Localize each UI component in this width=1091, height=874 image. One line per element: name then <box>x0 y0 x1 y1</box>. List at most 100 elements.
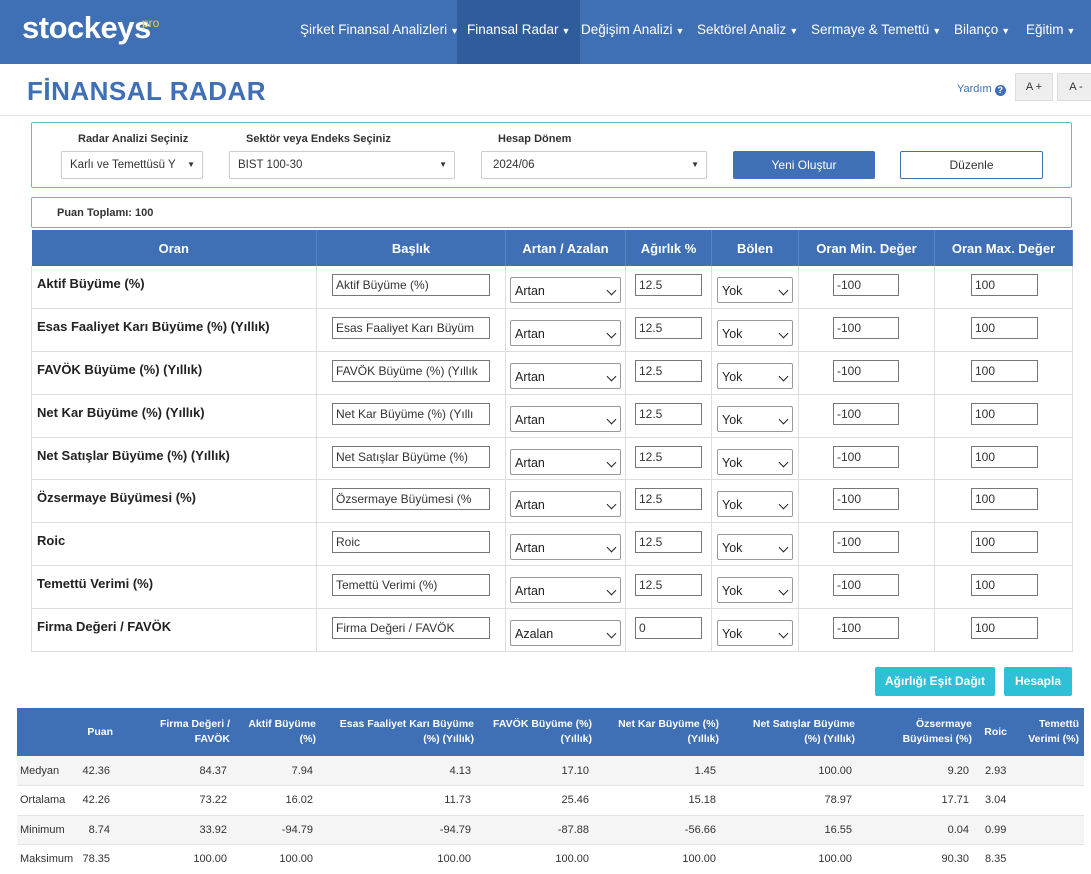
direction-select[interactable]: Artan <box>510 405 621 432</box>
title-input[interactable]: Temettü Verimi (%) <box>332 574 490 597</box>
nav-sektorel-analiz[interactable]: Sektörel Analiz ▼ <box>697 0 798 64</box>
nav-egitim[interactable]: Eğitim ▼ <box>1026 0 1075 64</box>
min-value-input[interactable]: -100 <box>833 445 899 468</box>
direction-select[interactable]: Artan <box>510 320 621 347</box>
min-value-input[interactable]: -100 <box>833 488 899 511</box>
weight-input[interactable]: 12.5 <box>635 445 702 468</box>
caret-down-icon: ▼ <box>439 160 447 169</box>
divisor-cell: Yok <box>711 522 799 567</box>
nav-sermaye-temettu[interactable]: Sermaye & Temettü ▼ <box>811 0 941 64</box>
font-decrease-button[interactable]: A - <box>1057 73 1091 101</box>
divisor-cell: Yok <box>711 351 799 395</box>
direction-select[interactable]: Artan <box>510 491 621 518</box>
max-value-input[interactable]: 100 <box>971 360 1038 383</box>
weight-input[interactable]: 12.5 <box>635 360 702 383</box>
chevron-down-icon <box>606 371 617 382</box>
ratio-name-cell: Aktif Büyüme (%) <box>31 266 317 310</box>
divisor-select[interactable]: Yok <box>717 577 793 604</box>
direction-select[interactable]: Artan <box>510 577 621 604</box>
max-value-input[interactable]: 100 <box>971 274 1038 296</box>
weight-input[interactable]: 12.5 <box>635 531 702 554</box>
chevron-down-icon <box>778 414 789 425</box>
max-value-input[interactable]: 100 <box>971 402 1038 425</box>
help-link[interactable]: Yardım ? <box>957 83 1006 96</box>
weight-input[interactable]: 12.5 <box>635 402 702 425</box>
title-input[interactable]: Firma Değeri / FAVÖK <box>332 616 490 639</box>
max-value-input[interactable]: 100 <box>971 445 1038 468</box>
min-cell: -100 <box>798 608 935 652</box>
min-value-input[interactable]: -100 <box>833 616 899 639</box>
max-value-input[interactable]: 100 <box>971 574 1038 597</box>
max-value-input[interactable]: 100 <box>971 488 1038 511</box>
sector-select[interactable]: BIST 100-30 ▼ <box>229 151 455 179</box>
results-cell: 7.94 <box>235 756 321 786</box>
weight-input[interactable]: 0 <box>635 616 702 639</box>
results-col-header <box>17 708 82 756</box>
table-row: Aktif Büyüme (%) Aktif Büyüme (%) Artan 12.… <box>31 266 1073 310</box>
nav-sirket-finansal-analizleri[interactable]: Şirket Finansal Analizleri ▼ <box>300 0 459 64</box>
weight-input[interactable]: 12.5 <box>635 574 702 597</box>
title-input[interactable]: Net Kar Büyüme (%) (Yıllı <box>332 402 490 425</box>
results-cell <box>1012 756 1084 786</box>
results-row: Minimum 8.74 33.92 -94.79 -94.79 -87.88 -56.66… <box>17 815 1084 845</box>
nav-degisim-analizi[interactable]: Değişim Analizi ▼ <box>581 0 684 64</box>
ratio-name: FAVÖK Büyüme (%) (Yıllık) <box>37 362 203 378</box>
new-radar-button[interactable]: Yeni Oluştur <box>733 151 875 179</box>
max-value-input[interactable]: 100 <box>971 317 1038 340</box>
nav-finansal-radar[interactable]: Finansal Radar ▼ <box>457 0 581 64</box>
direction-select[interactable]: Artan <box>510 534 621 561</box>
weight-input[interactable]: 12.5 <box>635 488 702 511</box>
weight-input[interactable]: 12.5 <box>635 274 702 296</box>
radar-select[interactable]: Karlı ve Temettüsü Y ▼ <box>61 151 203 179</box>
title-input[interactable]: Net Satışlar Büyüme (%) <box>332 445 490 468</box>
min-value-input[interactable]: -100 <box>833 574 899 597</box>
weight-input[interactable]: 12.5 <box>635 317 702 340</box>
direction-cell: Artan <box>505 351 626 395</box>
max-value-input[interactable]: 100 <box>971 616 1038 639</box>
divisor-select[interactable]: Yok <box>717 619 793 646</box>
max-value-input[interactable]: 100 <box>971 531 1038 554</box>
min-value-input[interactable]: -100 <box>833 317 899 340</box>
title-input[interactable]: Özsermaye Büyümesi (% <box>332 488 490 511</box>
divisor-select[interactable]: Yok <box>717 363 793 390</box>
divisor-select[interactable]: Yok <box>717 534 793 561</box>
direction-select[interactable]: Artan <box>510 448 621 475</box>
divisor-select[interactable]: Yok <box>717 405 793 432</box>
col-header-max: Oran Max. Değer <box>934 230 1073 266</box>
min-value-input[interactable]: -100 <box>833 274 899 296</box>
equalize-weights-button[interactable]: Ağırlığı Eşit Dağıt <box>875 667 995 696</box>
direction-select[interactable]: Artan <box>510 277 621 303</box>
results-cell: 100.00 <box>597 844 724 874</box>
results-cell: -94.79 <box>321 815 479 845</box>
divisor-select[interactable]: Yok <box>717 491 793 518</box>
results-cell: -87.88 <box>479 815 597 845</box>
direction-select[interactable]: Azalan <box>510 619 621 646</box>
results-col-header: FAVÖK Büyüme (%) (Yıllık) <box>479 708 597 756</box>
title-input[interactable]: Aktif Büyüme (%) <box>332 274 490 296</box>
table-row: Net Satışlar Büyüme (%) (Yıllık) Net Satı… <box>31 437 1073 481</box>
weight-cell: 12.5 <box>625 479 712 524</box>
calculate-button[interactable]: Hesapla <box>1004 667 1072 696</box>
title-cell: Temettü Verimi (%) <box>316 565 506 609</box>
results-cell: 33.92 <box>118 815 235 845</box>
font-increase-button[interactable]: A + <box>1015 73 1053 101</box>
divisor-select[interactable]: Yok <box>717 277 793 303</box>
title-input[interactable]: Roic <box>332 531 490 554</box>
nav-bilanco[interactable]: Bilanço ▼ <box>954 0 1010 64</box>
ratio-name-cell: Net Satışlar Büyüme (%) (Yıllık) <box>31 437 317 481</box>
min-value-input[interactable]: -100 <box>833 360 899 383</box>
divisor-select[interactable]: Yok <box>717 320 793 347</box>
title-input[interactable]: Esas Faaliyet Karı Büyüm <box>332 317 490 340</box>
results-cell: 42.36 <box>82 756 118 786</box>
edit-radar-button[interactable]: Düzenle <box>900 151 1043 179</box>
direction-select[interactable]: Artan <box>510 363 621 390</box>
period-select-label: Hesap Dönem <box>498 133 572 145</box>
period-select[interactable]: 2024/06 ▼ <box>481 151 707 179</box>
min-value-input[interactable]: -100 <box>833 402 899 425</box>
chevron-down-icon <box>606 628 617 639</box>
title-cell: Roic <box>316 522 506 567</box>
divisor-select[interactable]: Yok <box>717 448 793 475</box>
logo[interactable]: stockeys <box>22 10 151 46</box>
min-value-input[interactable]: -100 <box>833 531 899 554</box>
title-input[interactable]: FAVÖK Büyüme (%) (Yıllık <box>332 360 490 383</box>
